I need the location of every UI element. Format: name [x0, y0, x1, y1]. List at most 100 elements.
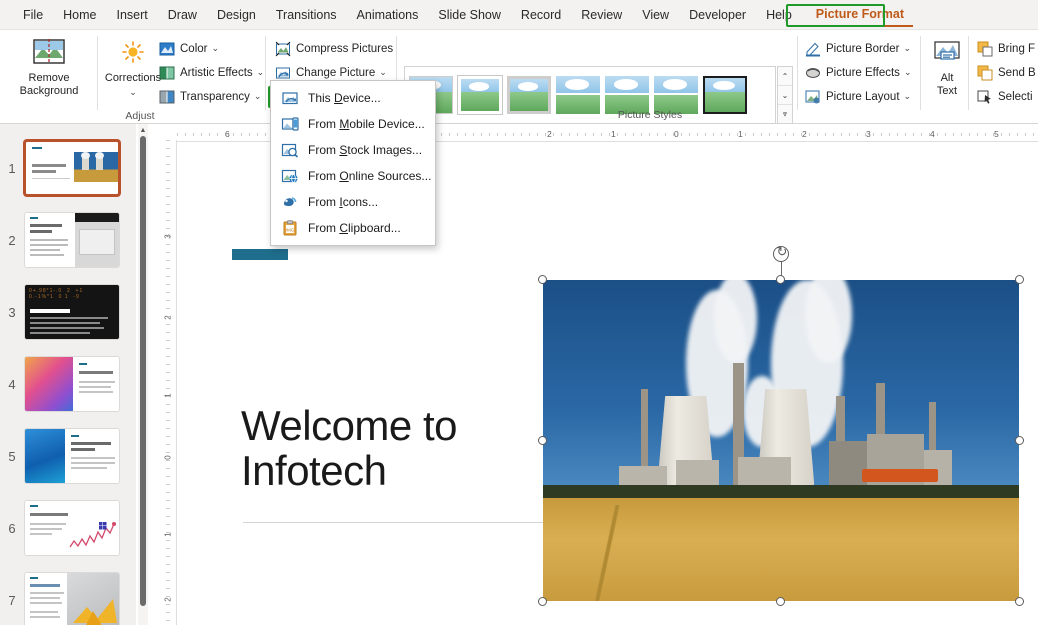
online-sources-icon [281, 167, 299, 185]
picture-style-thumbnail[interactable] [507, 76, 551, 114]
transparency-button[interactable]: Transparency ⌄ [156, 87, 264, 106]
picture-layout-chevron-down-icon[interactable]: ⌄ [904, 91, 912, 102]
slide-thumbnail-pane[interactable]: 1 2 3 0+.98*1-.0 2 +1 0.-1%*1 0 1 -9 4 5… [0, 124, 136, 625]
alt-text-button[interactable]: Alt Text [925, 40, 969, 98]
slide-thumbnail-3[interactable]: 0+.98*1-.0 2 +1 0.-1%*1 0 1 -9 [24, 284, 120, 340]
group-label-picture-styles: Picture Styles [617, 109, 683, 121]
picture-border-button[interactable]: Picture Border ⌄ [802, 39, 914, 58]
slide-thumbnail-row[interactable]: 1 [0, 132, 136, 204]
selected-picture-container[interactable] [538, 244, 1024, 606]
send-backward-button[interactable]: Send B [974, 63, 1038, 82]
transparency-icon [159, 89, 175, 105]
change-picture-chevron-down-icon[interactable]: ⌄ [379, 67, 387, 78]
picture-border-icon [805, 41, 821, 57]
resize-handle-bottom-left[interactable] [538, 597, 547, 606]
picture-effects-label: Picture Effects [826, 66, 900, 79]
slide-thumbnail-5[interactable] [24, 428, 120, 484]
menu-item-from-icons[interactable]: From Icons... [271, 189, 435, 215]
artistic-effects-chevron-down-icon[interactable]: ⌄ [257, 67, 265, 78]
title-divider-line [243, 522, 566, 523]
resize-handle-top-center[interactable] [776, 275, 785, 284]
gallery-more-icon[interactable]: ⩔ [778, 105, 792, 123]
artistic-effects-button[interactable]: Artistic Effects ⌄ [156, 63, 267, 82]
picture-effects-chevron-down-icon[interactable]: ⌄ [904, 67, 912, 78]
picture-effects-button[interactable]: Picture Effects ⌄ [802, 63, 914, 82]
remove-background-button[interactable]: Remove Background [10, 38, 88, 98]
slide-thumbnail-row[interactable]: 2 [0, 204, 136, 276]
picture-layout-button[interactable]: Picture Layout ⌄ [802, 87, 914, 106]
menu-item-home[interactable]: Home [54, 4, 105, 26]
power-plant-image[interactable] [543, 280, 1019, 601]
menu-item-draw[interactable]: Draw [159, 4, 206, 26]
slide-number: 6 [8, 520, 16, 536]
thumbnail-pane-scrollbar[interactable]: ▲ [138, 124, 148, 625]
resize-handle-middle-left[interactable] [538, 436, 547, 445]
menu-item-help[interactable]: Help [757, 4, 801, 26]
scroll-down-icon[interactable]: ⌄ [778, 86, 792, 105]
scroll-up-icon[interactable]: ⌃ [778, 67, 792, 86]
slide-thumbnail-row[interactable]: 7 [0, 564, 136, 625]
picture-styles-scroll[interactable]: ⌃ ⌄ ⩔ [777, 66, 793, 124]
change-picture-dropdown-menu[interactable]: This Device... From Mobile Device... Fro… [270, 80, 436, 246]
menu-item-from-clipboard[interactable]: IMG From Clipboard... [271, 215, 435, 241]
this-device-icon [281, 89, 299, 107]
menu-item-transitions[interactable]: Transitions [267, 4, 346, 26]
stock-images-icon [281, 141, 299, 159]
color-chevron-down-icon[interactable]: ⌄ [211, 43, 219, 54]
menu-item-design[interactable]: Design [208, 4, 265, 26]
menu-item-animations[interactable]: Animations [348, 4, 428, 26]
slide-thumbnail-4[interactable] [24, 356, 120, 412]
resize-handle-bottom-right[interactable] [1015, 597, 1024, 606]
bring-forward-button[interactable]: Bring F [974, 39, 1038, 58]
menu-item-from-mobile-device[interactable]: From Mobile Device... [271, 111, 435, 137]
menu-item-review[interactable]: Review [572, 4, 631, 26]
slide-title-line1: Welcome to [241, 402, 457, 449]
ribbon-group-adjust: Remove Background Corrections ⌄ Color ⌄ … [0, 30, 268, 124]
slide-thumbnail-row[interactable]: 5 [0, 420, 136, 492]
menu-item-slide-show[interactable]: Slide Show [429, 4, 510, 26]
compress-pictures-icon [275, 41, 291, 57]
ribbon: Remove Background Corrections ⌄ Color ⌄ … [0, 30, 1038, 148]
resize-handle-top-left[interactable] [538, 275, 547, 284]
slide-number: 2 [8, 232, 16, 248]
menu-item-this-device[interactable]: This Device... [271, 85, 435, 111]
menu-item-view[interactable]: View [633, 4, 678, 26]
picture-border-label: Picture Border [826, 42, 900, 55]
rotate-handle-icon[interactable] [773, 244, 790, 262]
color-button[interactable]: Color ⌄ [156, 39, 222, 58]
resize-handle-middle-right[interactable] [1015, 436, 1024, 445]
send-backward-icon [977, 65, 993, 81]
picture-style-thumbnail[interactable] [457, 75, 503, 115]
picture-effects-icon [805, 65, 821, 81]
scrollbar-thumb[interactable] [140, 136, 146, 606]
menu-item-from-stock-images[interactable]: From Stock Images... [271, 137, 435, 163]
slide-thumbnail-row[interactable]: 3 0+.98*1-.0 2 +1 0.-1%*1 0 1 -9 [0, 276, 136, 348]
menu-item-record[interactable]: Record [512, 4, 570, 26]
picture-border-chevron-down-icon[interactable]: ⌄ [904, 43, 912, 54]
picture-layout-label: Picture Layout [826, 90, 900, 103]
menu-item-label: This Device... [308, 91, 381, 105]
menu-item-label: From Online Sources... [308, 169, 432, 183]
compress-pictures-button[interactable]: Compress Pictures [272, 39, 396, 58]
resize-handle-top-right[interactable] [1015, 275, 1024, 284]
scroll-up-arrow-icon[interactable]: ▲ [138, 124, 148, 136]
slide-thumbnail-2[interactable] [24, 212, 120, 268]
resize-handle-bottom-center[interactable] [776, 597, 785, 606]
slide-thumbnail-1[interactable] [24, 140, 120, 196]
slide-title-textbox[interactable]: Welcome to Infotech [241, 402, 561, 493]
menu-item-insert[interactable]: Insert [108, 4, 157, 26]
menu-item-picture-format[interactable]: Picture Format [806, 3, 914, 27]
menu-item-from-online-sources[interactable]: From Online Sources... [271, 163, 435, 189]
slide-thumbnail-row[interactable]: 6 [0, 492, 136, 564]
menu-item-file[interactable]: File [14, 4, 52, 26]
remove-background-icon [32, 38, 66, 66]
slide-thumbnail-6[interactable] [24, 500, 120, 556]
transparency-chevron-down-icon[interactable]: ⌄ [254, 91, 262, 102]
slide-thumbnail-row[interactable]: 4 [0, 348, 136, 420]
selection-pane-button[interactable]: Selecti [974, 87, 1036, 106]
alt-text-label-line2: Text [936, 84, 958, 97]
menu-item-developer[interactable]: Developer [680, 4, 755, 26]
group-label-adjust: Adjust [125, 110, 155, 122]
slide-thumbnail-7[interactable] [24, 572, 120, 625]
change-picture-label: Change Picture [296, 66, 376, 79]
